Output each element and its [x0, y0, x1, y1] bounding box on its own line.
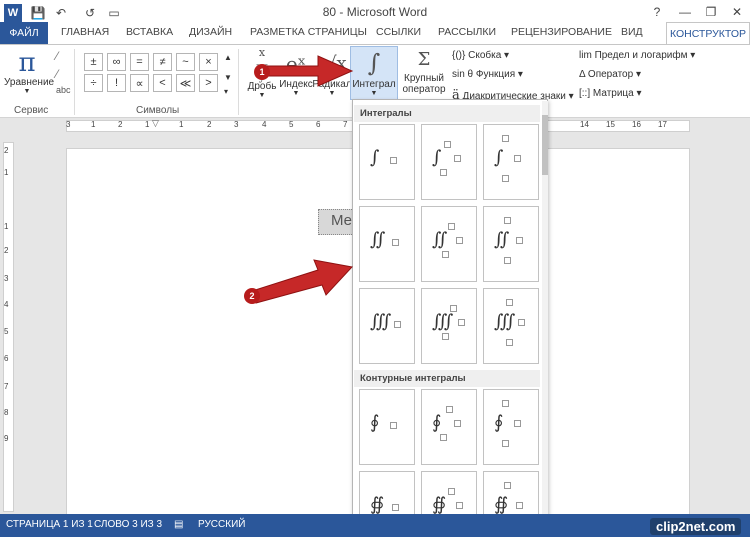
page-count[interactable]: СТРАНИЦА 1 ИЗ 1: [6, 519, 93, 530]
word-count[interactable]: СЛОВО 3 ИЗ 3: [94, 519, 162, 530]
annotation-arrows: [251, 55, 354, 304]
arrow-2-icon: [251, 259, 353, 304]
step-marker-2: 2: [244, 288, 260, 304]
status-bar: СТРАНИЦА 1 ИЗ 1 СЛОВО 3 ИЗ 3 ▤ РУССКИЙ: [0, 514, 750, 537]
watermark: clip2net.com: [650, 518, 742, 535]
arrow-1-icon: [261, 55, 354, 87]
proofing-icon[interactable]: ▤: [174, 519, 183, 530]
step-marker-1: 1: [254, 64, 270, 80]
language-indicator[interactable]: РУССКИЙ: [198, 519, 245, 530]
